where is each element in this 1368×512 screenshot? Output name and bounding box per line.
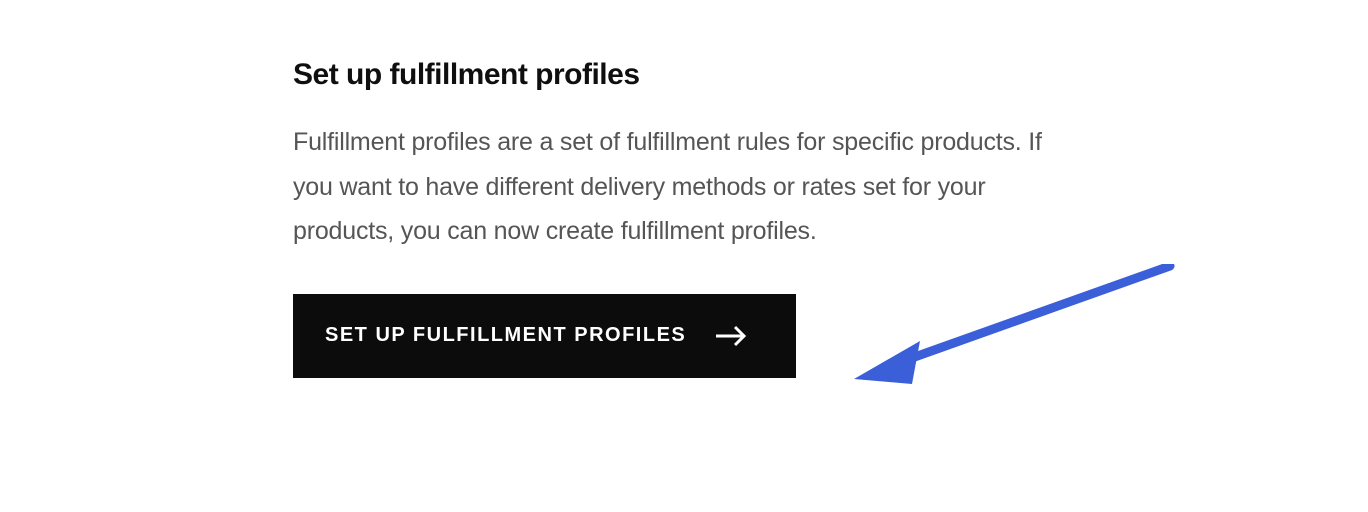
set-up-fulfillment-profiles-button[interactable]: SET UP FULFILLMENT PROFILES	[293, 294, 796, 378]
section-description: Fulfillment profiles are a set of fulfil…	[293, 120, 1073, 254]
button-label: SET UP FULFILLMENT PROFILES	[325, 324, 686, 347]
fulfillment-profiles-section: Set up fulfillment profiles Fulfillment …	[293, 58, 1073, 378]
section-heading: Set up fulfillment profiles	[293, 58, 1073, 92]
arrow-right-icon	[714, 324, 748, 348]
